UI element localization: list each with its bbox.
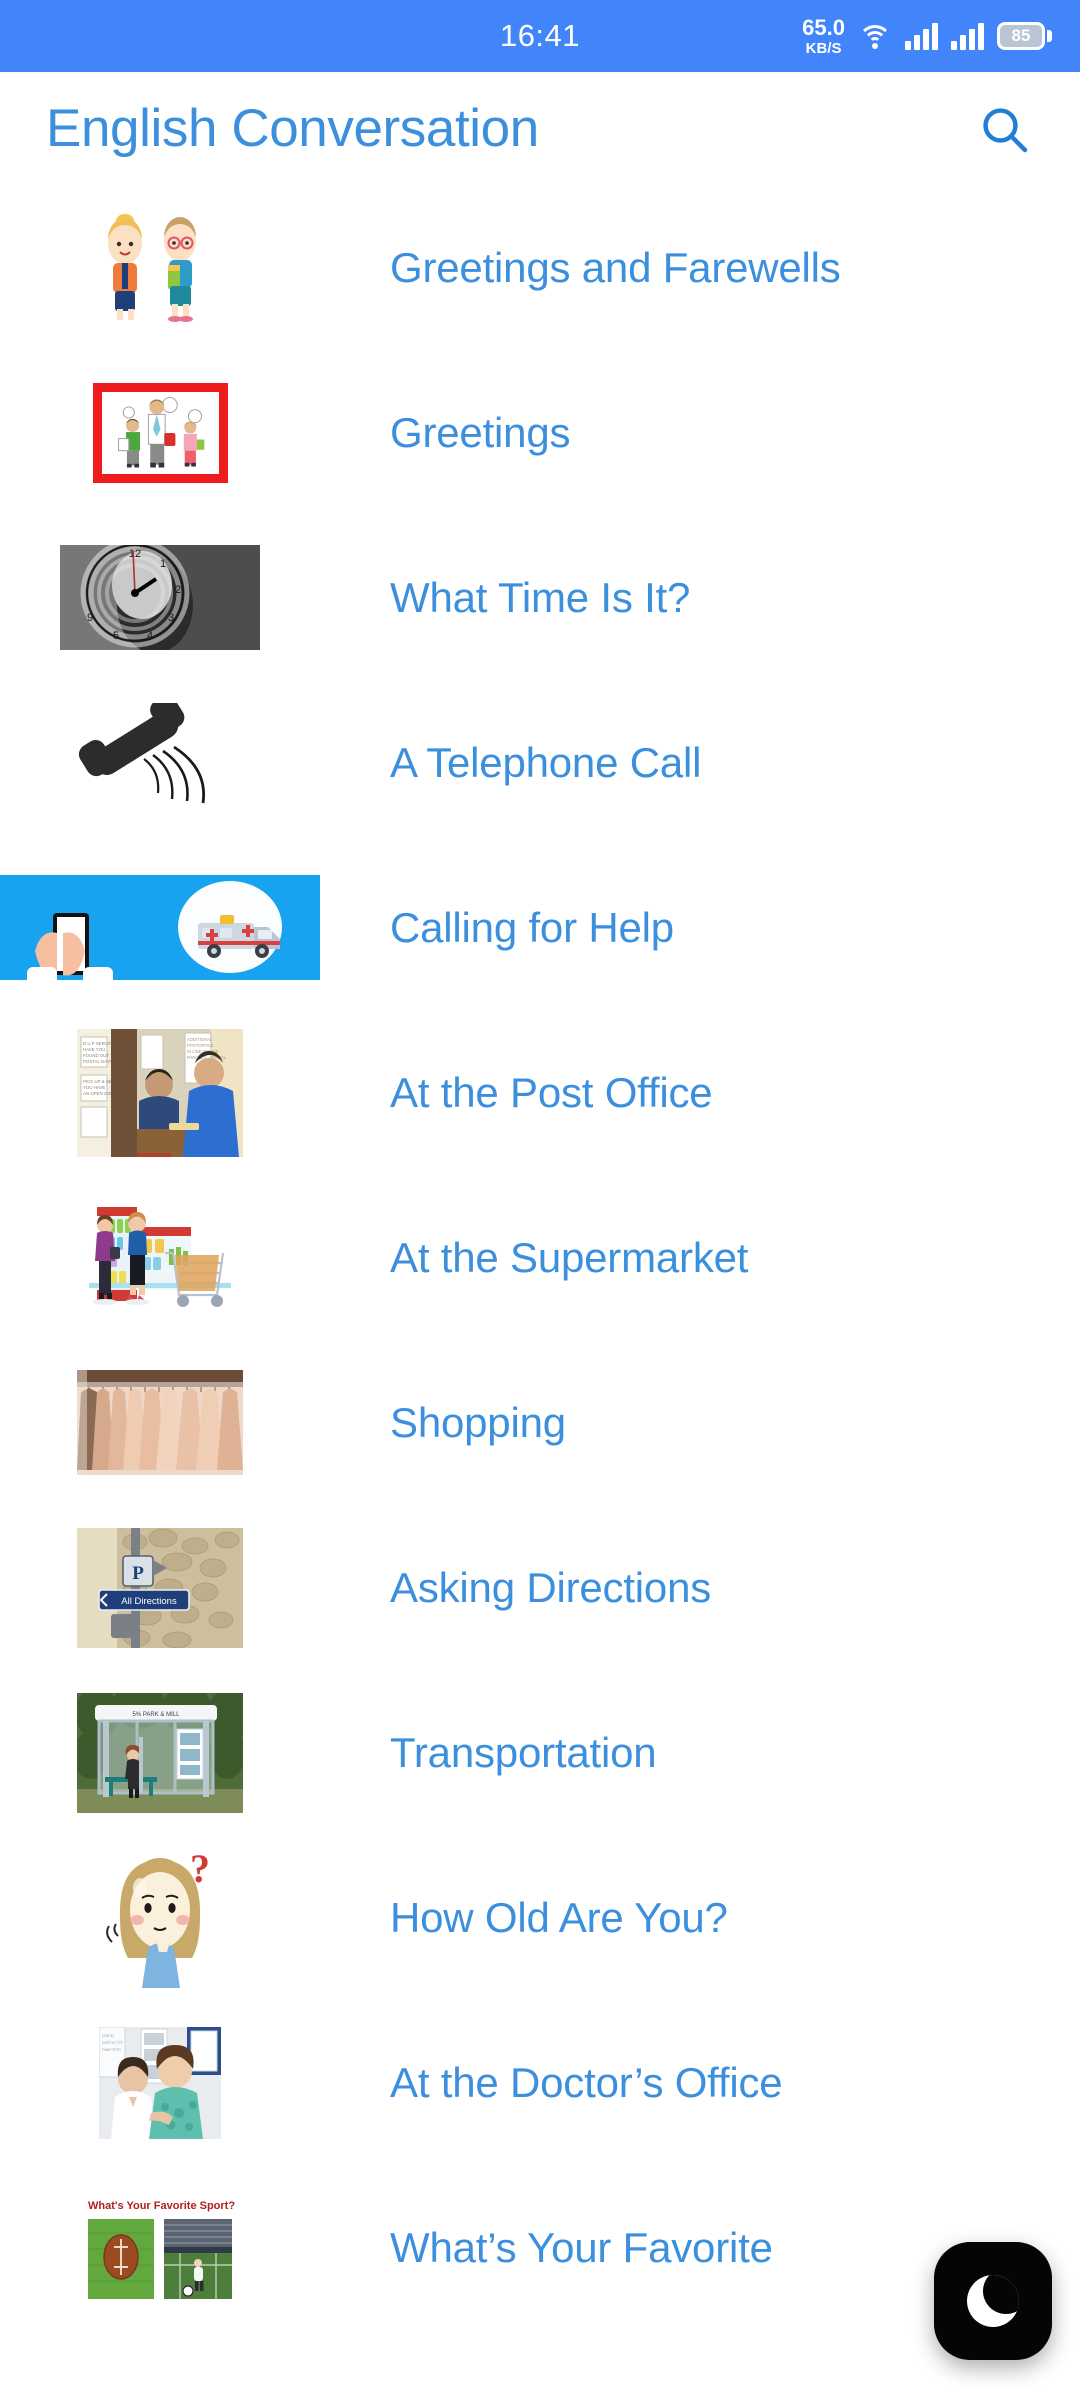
sport-caption-text: What's Your Favorite Sport?: [88, 2200, 235, 2212]
svg-text:לכל הגילאים: לכל הגילאים: [102, 2040, 123, 2045]
wifi-icon: [858, 23, 892, 49]
list-item-thumbnail: מתאים לכל הגילאים ולהתייעצות: [0, 2000, 320, 2165]
svg-text:9: 9: [87, 612, 93, 624]
svg-text:AN OPEN 2020: AN OPEN 2020: [83, 1091, 114, 1096]
list-item-label: Greetings: [390, 408, 571, 456]
crescent-moon-icon: [967, 2275, 1019, 2327]
list-item[interactable]: A Telephone Call: [0, 680, 1080, 845]
list-item-thumbnail: P All Directions: [0, 1505, 320, 1670]
doctor-patient-icon: מתאים לכל הגילאים ולהתייעצות: [99, 2026, 221, 2139]
list-item[interactable]: 12 1 2 3 4 5 9 What Time Is It?: [0, 515, 1080, 680]
list-item-thumbnail: ?: [0, 1835, 320, 2000]
network-speed-value: 65.0: [802, 14, 845, 40]
supermarket-shoppers-icon: [77, 1202, 243, 1313]
list-item-label: Shopping: [390, 1398, 566, 1446]
signal-bars-icon-2: [951, 22, 984, 50]
list-item[interactable]: At the Supermarket: [0, 1175, 1080, 1340]
directions-sign-text: All Directions: [121, 1596, 177, 1607]
status-bar-icons: 65.0 KB/S 85: [802, 0, 1052, 72]
list-item-label: Greetings and Farewells: [390, 243, 841, 291]
battery-level-text: 85: [1011, 26, 1031, 45]
list-item-thumbnail: D U P SERVICE HAVE YOU FOUND OUT POSTAL DA…: [0, 1010, 320, 1175]
dark-mode-toggle-button[interactable]: [934, 2242, 1052, 2360]
svg-text:FOUND OUT: FOUND OUT: [83, 1053, 109, 1058]
list-item[interactable]: ? How Old Are You?: [0, 1835, 1080, 2000]
list-item-label: Asking Directions: [390, 1563, 712, 1611]
svg-text:?: ?: [190, 1848, 210, 1891]
ambulance-phone-icon: [0, 875, 320, 980]
thinking-girl-question-icon: ?: [96, 1847, 224, 1988]
list-item-thumbnail: What's Your Favorite Sport?: [0, 2165, 320, 2330]
svg-text:3: 3: [168, 612, 174, 624]
favorite-sport-collage-icon: What's Your Favorite Sport?: [80, 2192, 240, 2303]
list-item-thumbnail: [0, 1340, 320, 1505]
list-item[interactable]: 5% PARK & MILL Transportation: [0, 1670, 1080, 1835]
clock-face-grayscale-icon: 12 1 2 3 4 5 9: [60, 545, 260, 650]
list-item[interactable]: P All Directions Asking Directions: [0, 1505, 1080, 1670]
post-office-counter-icon: D U P SERVICE HAVE YOU FOUND OUT POSTAL DA…: [77, 1028, 243, 1157]
list-item-label: What’s Your Favorite: [390, 2223, 773, 2271]
bus-stop-shelter-icon: 5% PARK & MILL: [77, 1692, 243, 1813]
list-item-label: What Time Is It?: [390, 573, 691, 621]
list-item-thumbnail: [0, 185, 320, 350]
app-bar: English Conversation: [0, 72, 1080, 185]
topic-list[interactable]: Greetings and Farewells Greetings 12 1 2…: [0, 185, 1080, 2330]
clothes-rack-icon: [77, 1370, 243, 1475]
list-item[interactable]: Calling for Help: [0, 845, 1080, 1010]
svg-text:POSTAL DATA: POSTAL DATA: [83, 1059, 112, 1064]
list-item-label: At the Doctor’s Office: [390, 2058, 783, 2106]
list-item[interactable]: D U P SERVICE HAVE YOU FOUND OUT POSTAL DA…: [0, 1010, 1080, 1175]
list-item[interactable]: מתאים לכל הגילאים ולהתייעצות At the Doct…: [0, 2000, 1080, 2165]
svg-text:ADDITIONAL: ADDITIONAL: [187, 1037, 213, 1042]
two-cartoon-children-icon: [85, 212, 235, 323]
list-item-label: Calling for Help: [390, 903, 674, 951]
network-speed-unit: KB/S: [805, 39, 842, 57]
app-screen: 16:41 65.0 KB/S 85 English Conversation …: [0, 0, 1080, 2400]
status-bar: 16:41 65.0 KB/S 85: [0, 0, 1080, 72]
list-item-thumbnail: [0, 350, 320, 515]
svg-text:2: 2: [175, 584, 181, 596]
svg-text:ולהתייעצות: ולהתייעצות: [102, 2047, 121, 2052]
svg-text:1: 1: [160, 558, 166, 570]
battery-icon: 85: [997, 22, 1052, 50]
page-title: English Conversation: [46, 99, 539, 158]
list-item-label: Transportation: [390, 1728, 657, 1776]
svg-text:YOU HAVE: YOU HAVE: [83, 1085, 105, 1090]
list-item[interactable]: Greetings and Farewells: [0, 185, 1080, 350]
svg-text:4: 4: [147, 630, 153, 642]
list-item-label: A Telephone Call: [390, 738, 702, 786]
list-item-label: How Old Are You?: [390, 1893, 728, 1941]
list-item-thumbnail: [0, 845, 320, 1010]
signal-bars-icon-1: [905, 22, 938, 50]
search-button[interactable]: [968, 93, 1040, 165]
network-speed-indicator: 65.0 KB/S: [802, 14, 845, 57]
list-item[interactable]: Shopping: [0, 1340, 1080, 1505]
list-item-thumbnail: 12 1 2 3 4 5 9: [0, 515, 320, 680]
svg-text:מתאים: מתאים: [102, 2033, 114, 2038]
svg-text:12: 12: [129, 548, 141, 560]
list-item-thumbnail: 5% PARK & MILL: [0, 1670, 320, 1835]
list-item-label: At the Post Office: [390, 1068, 713, 1116]
svg-text:D U P SERVICE: D U P SERVICE: [83, 1041, 115, 1046]
telephone-handset-icon: [70, 702, 250, 823]
svg-text:5: 5: [113, 630, 119, 642]
list-item-thumbnail: [0, 1175, 320, 1340]
search-icon: [976, 101, 1032, 157]
svg-text:P: P: [132, 1563, 144, 1584]
family-greeting-red-framed-icon: [92, 382, 228, 483]
list-item-thumbnail: [0, 680, 320, 845]
list-item[interactable]: What's Your Favorite Sport? What’s Your …: [0, 2165, 1080, 2330]
list-item-label: At the Supermarket: [390, 1233, 749, 1281]
list-item[interactable]: Greetings: [0, 350, 1080, 515]
svg-text:HAVE YOU: HAVE YOU: [83, 1047, 105, 1052]
svg-text:POSTOFFICE: POSTOFFICE: [187, 1043, 214, 1048]
all-directions-sign-icon: P All Directions: [77, 1527, 243, 1648]
bus-stop-sign-text: 5% PARK & MILL: [133, 1712, 181, 1718]
